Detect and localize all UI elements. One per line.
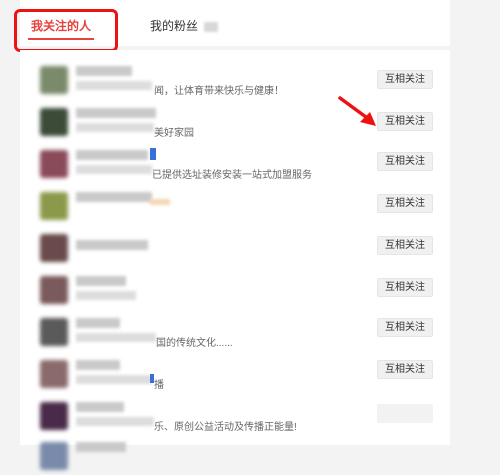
list-item[interactable]: 互相关注	[20, 268, 450, 309]
username-blurred[interactable]	[76, 360, 120, 370]
tab-fans-label: 我的粉丝	[150, 19, 199, 33]
mutual-follow-button[interactable]: 互相关注	[377, 360, 433, 379]
header-area: 我关注的人 我的粉丝	[0, 0, 500, 52]
username-blurred[interactable]	[76, 442, 126, 452]
signature-text: 美好家园	[154, 128, 194, 139]
signature-blurred	[76, 123, 154, 132]
username-blurred[interactable]	[76, 66, 132, 76]
signature-text: 已提供选址装修安装一站式加盟服务	[152, 170, 312, 181]
username-blurred[interactable]	[76, 150, 148, 160]
list-item[interactable]: 已提供选址装修安装一站式加盟服务 互相关注	[20, 142, 450, 183]
list-item[interactable]: 国的传统文化...... 互相关注	[20, 310, 450, 351]
list-item[interactable]: 乐、原创公益活动及传播正能量!	[20, 394, 450, 435]
mutual-follow-button[interactable]: 互相关注	[377, 318, 433, 337]
tab-fans[interactable]: 我的粉丝	[150, 12, 219, 40]
avatar[interactable]	[40, 234, 68, 262]
signature-text: 国的传统文化......	[156, 338, 233, 349]
avatar[interactable]	[40, 360, 68, 388]
fans-count-blurred	[204, 21, 219, 32]
list-item[interactable]: 互相关注	[20, 184, 450, 225]
avatar[interactable]	[40, 318, 68, 346]
username-blurred[interactable]	[76, 276, 126, 286]
signature-blurred	[76, 165, 152, 174]
mutual-follow-button[interactable]: 互相关注	[377, 112, 433, 131]
signature-blurred	[76, 81, 152, 90]
list-item[interactable]: 互相关注	[20, 226, 450, 267]
username-blurred[interactable]	[76, 108, 156, 118]
list-item[interactable]	[20, 434, 450, 475]
mutual-follow-button[interactable]: 互相关注	[377, 278, 433, 297]
list-item[interactable]: 美好家园 互相关注	[20, 100, 450, 141]
avatar[interactable]	[40, 150, 68, 178]
badge-icon	[150, 199, 170, 205]
mutual-follow-button[interactable]: 互相关注	[377, 194, 433, 213]
avatar[interactable]	[40, 108, 68, 136]
username-blurred[interactable]	[76, 192, 152, 202]
signature-text: 闻，让体育带来快乐与健康！	[154, 86, 284, 97]
avatar[interactable]	[40, 442, 68, 470]
signature-blurred	[76, 291, 136, 300]
signature-text: 播	[154, 380, 164, 391]
annotation-highlight-box	[14, 9, 118, 52]
avatar[interactable]	[40, 66, 68, 94]
signature-blurred	[76, 417, 154, 426]
signature-text: 乐、原创公益活动及传播正能量!	[154, 422, 297, 433]
username-blurred[interactable]	[76, 318, 120, 328]
list-item[interactable]: 播 互相关注	[20, 352, 450, 393]
mutual-follow-button[interactable]: 互相关注	[377, 70, 433, 89]
signature-blurred	[76, 333, 156, 342]
username-blurred[interactable]	[76, 240, 148, 250]
list-item[interactable]: 闻，让体育带来快乐与健康！ 互相关注	[20, 58, 450, 99]
badge-icon	[150, 148, 156, 160]
mutual-follow-button[interactable]: 互相关注	[377, 152, 433, 171]
annotation-arrow-icon	[338, 96, 376, 126]
following-list: 闻，让体育带来快乐与健康！ 互相关注 美好家园 互相关注 已提供选址装修安装一站…	[20, 50, 450, 470]
signature-blurred	[76, 375, 152, 384]
mutual-follow-button[interactable]	[377, 404, 433, 423]
avatar[interactable]	[40, 192, 68, 220]
username-blurred[interactable]	[76, 402, 124, 412]
avatar[interactable]	[40, 402, 68, 430]
avatar[interactable]	[40, 276, 68, 304]
mutual-follow-button[interactable]: 互相关注	[377, 236, 433, 255]
